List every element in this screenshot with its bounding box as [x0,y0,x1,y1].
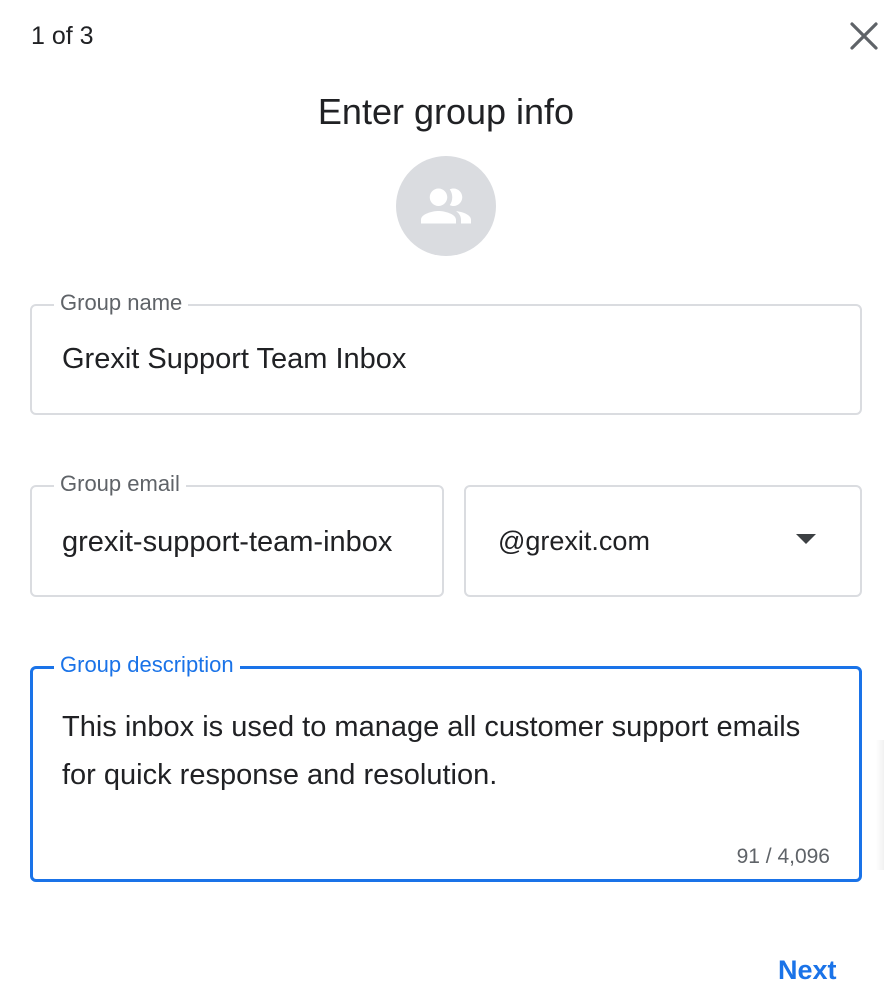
dialog-title: Enter group info [317,91,575,132]
group-description-label: Group description [54,649,240,681]
email-domain-value: @grexit.com [498,526,650,556]
email-domain-select[interactable]: @grexit.com [464,485,862,597]
group-name-field[interactable]: Group name Grexit Support Team Inbox [30,287,862,415]
group-email-input[interactable]: grexit-support-team-inbox [62,523,398,561]
dropdown-arrow-icon [796,534,816,544]
close-icon [850,22,878,50]
next-button[interactable]: Next [764,946,851,994]
close-button[interactable] [840,12,884,60]
group-name-label: Group name [54,287,189,319]
group-avatar[interactable] [396,156,496,256]
group-description-field[interactable]: Group description This inbox is used to … [30,649,862,882]
group-description-input[interactable]: This inbox is used to manage all custome… [62,703,822,799]
group-name-input[interactable]: Grexit Support Team Inbox [62,340,818,378]
character-counter: 91 / 4,096 [736,845,830,868]
group-email-field[interactable]: Group email grexit-support-team-inbox [30,468,444,597]
group-email-label: Group email [54,468,186,500]
scroll-edge-shadow [876,740,884,870]
step-indicator: 1 of 3 [31,22,94,50]
group-icon [421,188,471,224]
